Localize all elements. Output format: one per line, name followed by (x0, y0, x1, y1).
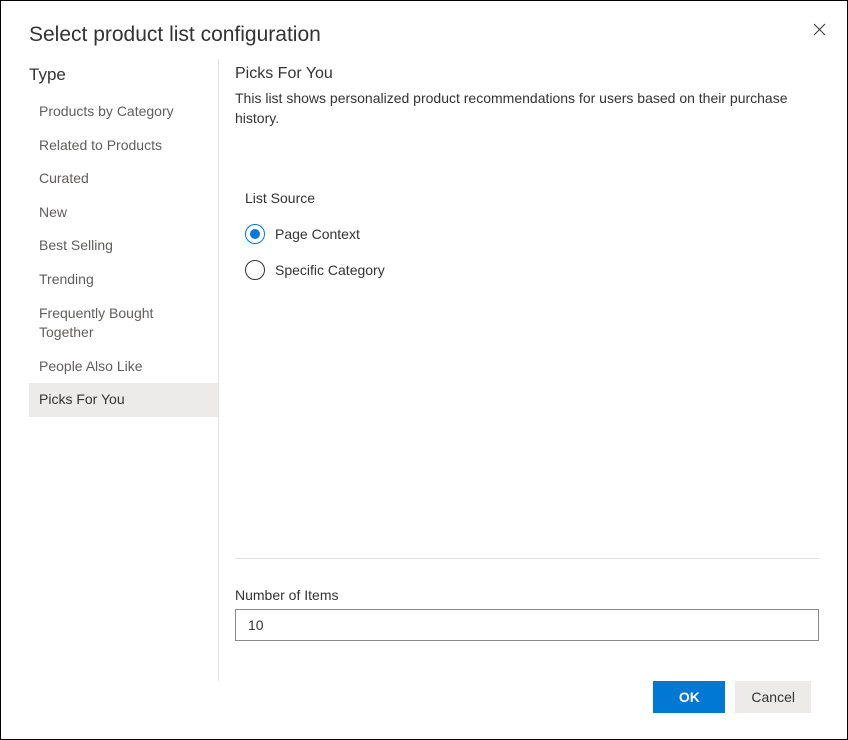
radio-dot-icon (250, 229, 260, 239)
dialog-title: Select product list configuration (29, 23, 819, 47)
close-button[interactable] (811, 21, 827, 37)
sidebar-item-best-selling[interactable]: Best Selling (29, 229, 218, 263)
sidebar-item-trending[interactable]: Trending (29, 263, 218, 297)
ok-button[interactable]: OK (653, 681, 725, 713)
dialog: Select product list configuration Type P… (0, 0, 848, 740)
sidebar-item-curated[interactable]: Curated (29, 162, 218, 196)
radio-indicator (245, 224, 265, 244)
radio-label: Specific Category (275, 262, 385, 278)
radio-specific-category[interactable]: Specific Category (245, 252, 819, 288)
number-of-items-label: Number of Items (235, 587, 819, 603)
sidebar-item-products-by-category[interactable]: Products by Category (29, 95, 218, 129)
radio-label: Page Context (275, 226, 360, 242)
main-heading: Picks For You (235, 65, 819, 83)
sidebar-item-picks-for-you[interactable]: Picks For You (29, 383, 218, 417)
close-icon (813, 23, 826, 36)
sidebar-item-new[interactable]: New (29, 196, 218, 230)
dialog-body: Type Products by Category Related to Pro… (1, 59, 847, 681)
radio-page-context[interactable]: Page Context (245, 216, 819, 252)
content-bottom: Number of Items (235, 559, 819, 681)
dialog-header: Select product list configuration (1, 1, 847, 59)
main-panel: Picks For You This list shows personaliz… (219, 59, 819, 681)
sidebar-item-frequently-bought-together[interactable]: Frequently Bought Together (29, 297, 218, 350)
cancel-button[interactable]: Cancel (735, 681, 811, 713)
dialog-footer: OK Cancel (1, 681, 847, 739)
sidebar-item-people-also-like[interactable]: People Also Like (29, 350, 218, 384)
number-of-items-input[interactable] (235, 609, 819, 641)
radio-indicator (245, 260, 265, 280)
sidebar-item-related-to-products[interactable]: Related to Products (29, 129, 218, 163)
sidebar-heading: Type (29, 65, 218, 85)
sidebar: Type Products by Category Related to Pro… (29, 59, 219, 681)
main-description: This list shows personalized product rec… (235, 89, 819, 128)
content-top: Picks For You This list shows personaliz… (235, 65, 819, 559)
list-source-label: List Source (245, 190, 819, 206)
